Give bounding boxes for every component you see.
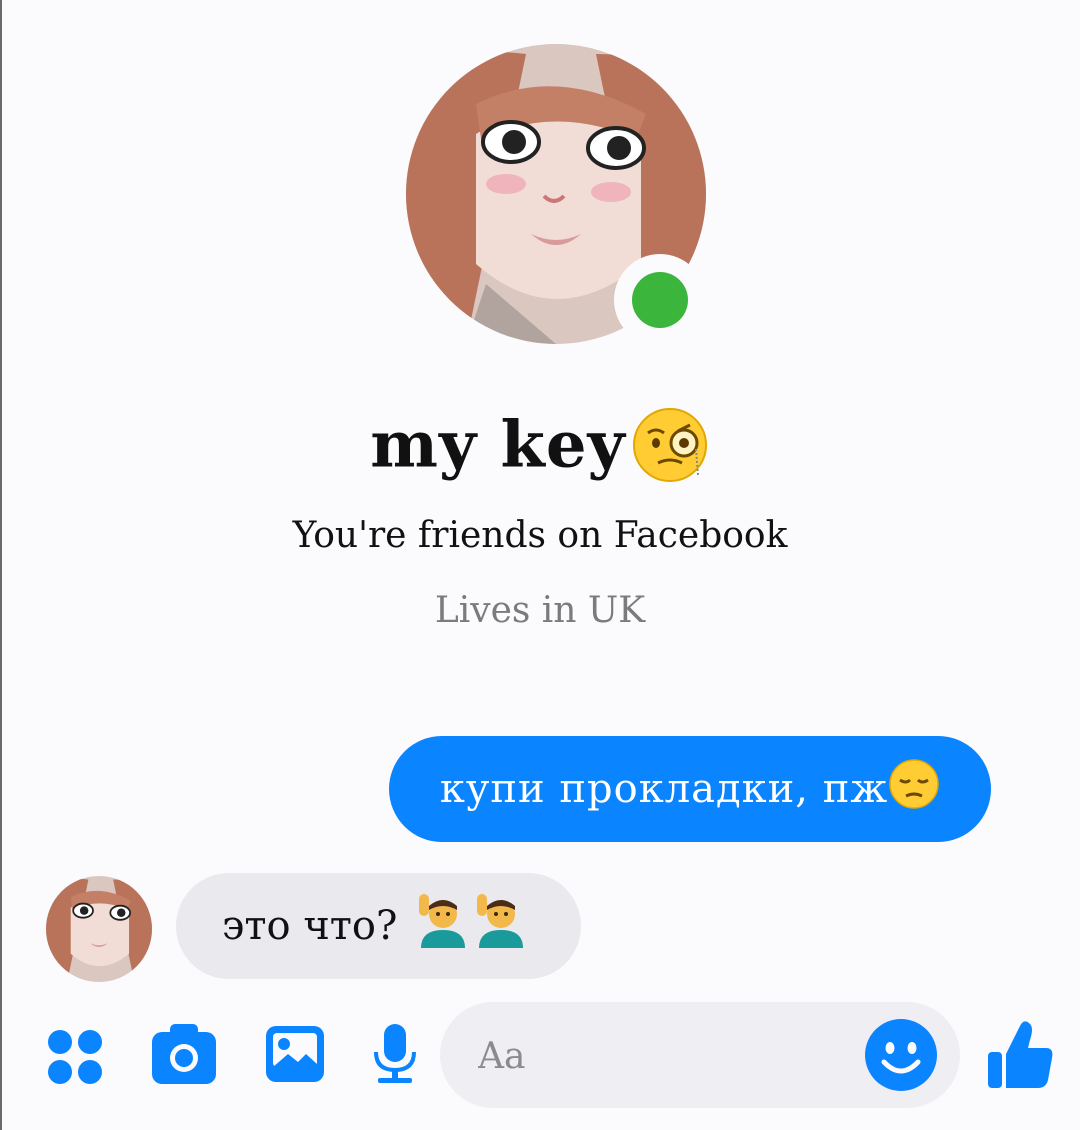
profile-name-row: my key <box>0 405 1080 485</box>
message-input[interactable] <box>476 1030 860 1082</box>
online-indicator <box>632 272 688 328</box>
friends-status: You're friends on Facebook <box>292 515 788 556</box>
camera-icon[interactable] <box>150 1022 218 1090</box>
profile-name: my key <box>370 407 626 483</box>
thumbs-up-icon[interactable] <box>986 1018 1056 1094</box>
gallery-icon[interactable] <box>264 1024 326 1088</box>
man-raising-hand-icon <box>473 892 525 960</box>
pensive-face-icon <box>888 758 940 820</box>
outgoing-message-bubble[interactable]: купи прокладки, пж <box>389 736 991 842</box>
location-text: Lives in UK <box>434 590 646 631</box>
window-left-edge <box>0 0 2 1130</box>
incoming-message-text: это что? <box>222 903 398 949</box>
microphone-icon[interactable] <box>372 1022 418 1088</box>
outgoing-message-text: купи прокладки, пж <box>439 766 889 812</box>
apps-icon[interactable] <box>46 1028 106 1090</box>
man-raising-hand-icon <box>415 892 467 960</box>
contact-avatar-small[interactable] <box>46 876 152 982</box>
emoji-icon[interactable] <box>864 1018 938 1096</box>
incoming-message-bubble[interactable]: это что? <box>176 873 581 979</box>
face-with-monocle-icon <box>630 405 710 485</box>
